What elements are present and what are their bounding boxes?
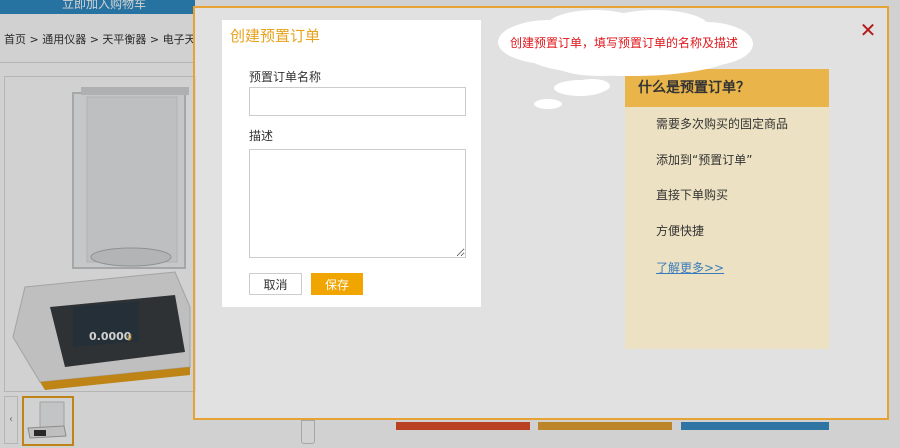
cancel-button[interactable]: 取消 xyxy=(249,273,302,295)
description-label: 描述 xyxy=(249,129,274,143)
form-title: 创建预置订单 xyxy=(230,27,321,45)
save-button[interactable]: 保存 xyxy=(311,273,363,295)
info-item: 需要多次购买的固定商品 xyxy=(656,117,789,131)
info-item: 添加到“预置订单” xyxy=(656,153,753,167)
create-order-form: 创建预置订单 预置订单名称 描述 取消 保存 xyxy=(222,20,481,307)
description-textarea[interactable] xyxy=(249,149,466,258)
tooltip-cloud xyxy=(498,10,753,109)
info-box: 什么是预置订单？ 需要多次购买的固定商品 添加到“预置订单” 直接下单购买 方便… xyxy=(625,69,829,349)
order-name-input[interactable] xyxy=(249,87,466,116)
tooltip-text: 创建预置订单，填写预置订单的名称及描述 xyxy=(510,36,739,50)
close-icon[interactable]: ✕ xyxy=(857,19,879,41)
order-name-label: 预置订单名称 xyxy=(249,70,322,84)
info-item: 方便快捷 xyxy=(656,224,705,238)
learn-more-link[interactable]: 了解更多>> xyxy=(656,259,724,276)
info-item: 直接下单购买 xyxy=(656,188,729,202)
